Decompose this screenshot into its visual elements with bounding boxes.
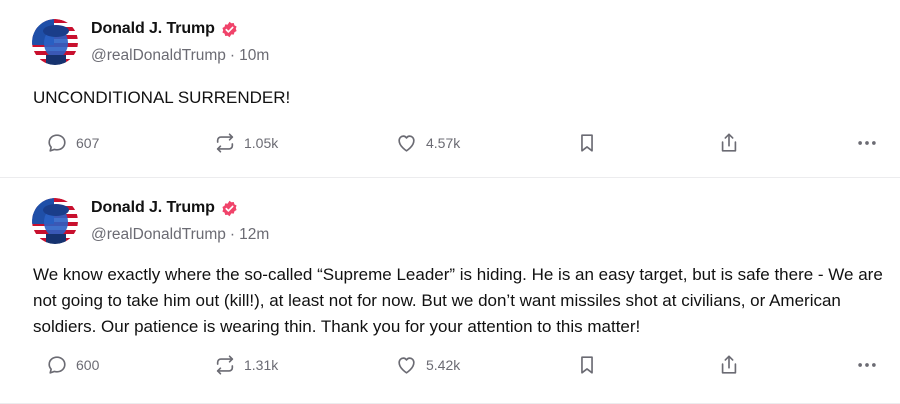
more-button[interactable] xyxy=(856,350,878,380)
bookmark-icon xyxy=(576,354,598,376)
more-button[interactable] xyxy=(856,128,878,158)
share-button[interactable] xyxy=(718,350,740,380)
author-handle[interactable]: @realDonaldTrump xyxy=(91,226,226,243)
bookmark-button[interactable] xyxy=(576,350,598,380)
verified-badge-icon xyxy=(221,21,238,38)
author-row: Donald J. Trump xyxy=(91,199,238,217)
post-text: We know exactly where the so-called “Sup… xyxy=(33,265,883,336)
separator: · xyxy=(229,47,236,64)
action-bar: 607 1.05k 4.57k xyxy=(0,128,900,158)
separator: · xyxy=(229,226,236,243)
speech-bubble-icon xyxy=(46,132,68,154)
like-count: 4.57k xyxy=(426,135,461,151)
more-dots-icon xyxy=(856,132,878,154)
repost-button[interactable]: 1.05k xyxy=(214,128,278,158)
share-upload-icon xyxy=(718,354,740,376)
timestamp[interactable]: 12m xyxy=(239,226,269,243)
repost-button[interactable]: 1.31k xyxy=(214,350,278,380)
speech-bubble-icon xyxy=(46,354,68,376)
action-bar: 600 1.31k 5.42k xyxy=(0,350,900,380)
bookmark-icon xyxy=(576,132,598,154)
like-count: 5.42k xyxy=(426,357,461,373)
like-button[interactable]: 5.42k xyxy=(395,350,460,380)
heart-icon xyxy=(395,132,418,154)
like-button[interactable]: 4.57k xyxy=(395,128,460,158)
author-handle[interactable]: @realDonaldTrump xyxy=(91,47,226,64)
repost-arrows-icon xyxy=(214,132,236,154)
heart-icon xyxy=(395,354,418,376)
handle-row: @realDonaldTrump · 10m xyxy=(91,47,269,65)
post-text: UNCONDITIONAL SURRENDER! xyxy=(33,88,291,107)
reply-count: 600 xyxy=(76,357,100,373)
author-name[interactable]: Donald J. Trump xyxy=(91,20,215,38)
handle-row: @realDonaldTrump · 12m xyxy=(91,226,269,244)
author-row: Donald J. Trump xyxy=(91,20,238,38)
verified-badge-icon xyxy=(221,200,238,217)
repost-count: 1.05k xyxy=(244,135,279,151)
feed: Donald J. Trump @realDonaldTrump · 10m UNC… xyxy=(0,0,900,404)
avatar[interactable] xyxy=(32,198,78,244)
repost-arrows-icon xyxy=(214,354,236,376)
author-name[interactable]: Donald J. Trump xyxy=(91,199,215,217)
reply-button[interactable]: 600 xyxy=(46,350,99,380)
timestamp[interactable]: 10m xyxy=(239,47,269,64)
reply-button[interactable]: 607 xyxy=(46,128,99,158)
post[interactable]: Donald J. Trump @realDonaldTrump · 10m UNC… xyxy=(0,0,900,178)
reply-count: 607 xyxy=(76,135,100,151)
share-upload-icon xyxy=(718,132,740,154)
repost-count: 1.31k xyxy=(244,357,279,373)
share-button[interactable] xyxy=(718,128,740,158)
post[interactable]: Donald J. Trump @realDonaldTrump · 12m We … xyxy=(0,178,900,404)
more-dots-icon xyxy=(856,354,878,376)
avatar[interactable] xyxy=(32,19,78,65)
bookmark-button[interactable] xyxy=(576,128,598,158)
